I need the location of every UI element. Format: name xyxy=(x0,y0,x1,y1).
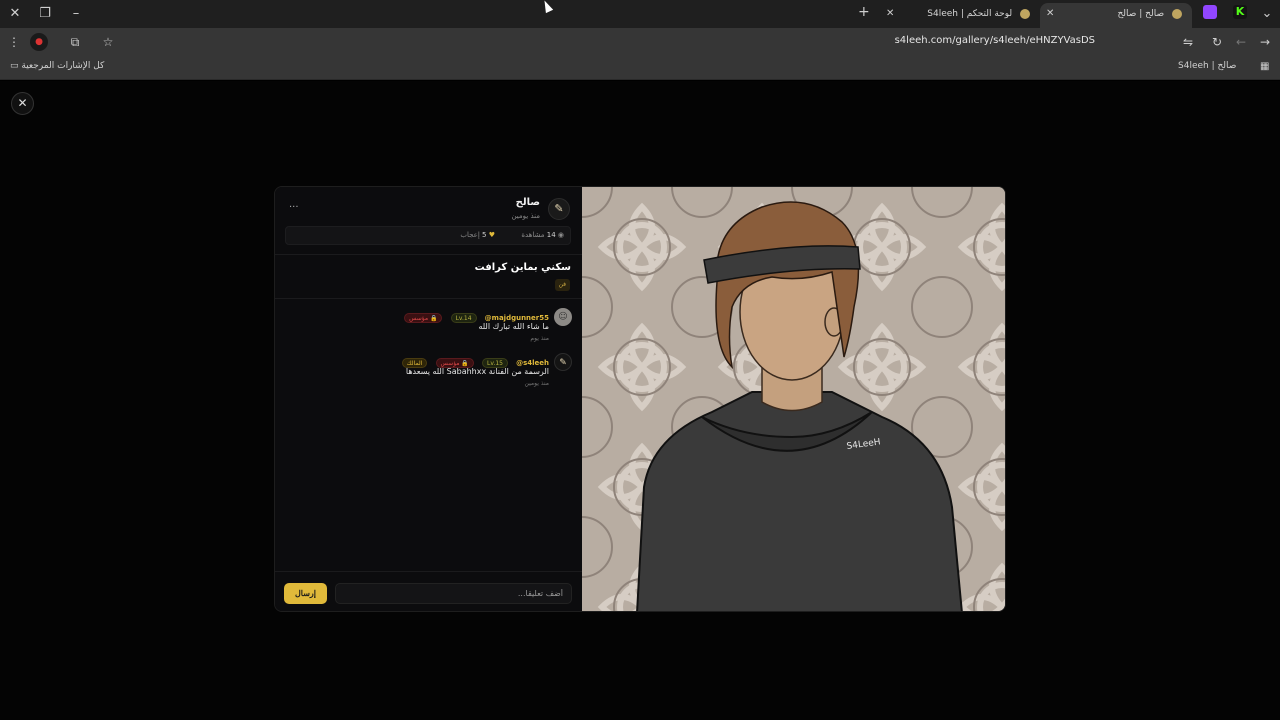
post-details-panel: ✎ صالح منذ يومين ... ◉ 14 مشاهدة ♥ 5 إعج… xyxy=(275,187,582,611)
post-time: منذ يومين xyxy=(511,212,540,220)
forward-arrow-icon[interactable]: ← xyxy=(1232,33,1250,51)
post-title: سكني بماين كرافت xyxy=(474,262,571,273)
menu-kebab-icon[interactable]: ⋮ xyxy=(5,33,23,51)
gallery-modal: ✎ صالح منذ يومين ... ◉ 14 مشاهدة ♥ 5 إعج… xyxy=(274,186,1006,612)
browser-toolbar: ⋮ ● ⧉ ☆ s4leeh.com/gallery/s4leeh/eHNZYV… xyxy=(0,28,1280,56)
owner-badge: المالك xyxy=(401,357,428,368)
commenter-avatar[interactable]: ☺ xyxy=(554,308,572,326)
tab-current[interactable]: ✕ صالح | صالح xyxy=(1040,3,1192,28)
comment-header: @majdgunner55 Lv.14 🔒 مؤسس xyxy=(404,307,549,323)
founder-badge: 🔒 مؤسس xyxy=(435,357,474,368)
profile-avatar-icon[interactable]: ● xyxy=(30,33,48,51)
url-text: s4leeh.com/gallery/s4leeh/eHNZYVasDS xyxy=(894,35,1095,46)
all-bookmarks-folder[interactable]: كل الإشارات المرجعية ▭ xyxy=(10,61,104,71)
likes-label: إعجاب xyxy=(460,231,480,239)
author-name: صالح xyxy=(515,197,540,208)
bookmark-star-icon[interactable]: ☆ xyxy=(99,33,117,51)
bookmark-label: صالح | S4leeh xyxy=(1178,61,1237,71)
tab-dashboard[interactable]: ✕ لوحة التحكم | S4leeh xyxy=(880,3,1040,28)
bookmarks-bar: كل الإشارات المرجعية ▭ صالح | S4leeh ▦ xyxy=(0,56,1280,80)
divider xyxy=(275,254,582,255)
apps-grid-icon[interactable]: ▦ xyxy=(1260,61,1269,72)
views-count: 14 xyxy=(546,231,556,239)
heart-icon: ♥ xyxy=(488,231,495,239)
founder-badge-label: مؤسس xyxy=(440,359,460,367)
twitch-pinned-tab-icon[interactable] xyxy=(1203,5,1217,19)
commenter-username[interactable]: @majdgunner55 xyxy=(485,314,549,322)
comment-composer: إرسال xyxy=(275,571,582,611)
folder-icon: ▭ xyxy=(10,61,19,71)
close-modal-button[interactable]: ✕ xyxy=(11,92,34,115)
comment-item: ✎ @s4leeh Lv.15 🔒 مؤسس المالك الرسمة من … xyxy=(286,351,572,395)
level-badge: Lv.14 xyxy=(450,312,477,323)
tab-title: لوحة التحكم | S4leeh xyxy=(927,9,1013,19)
restore-window-icon[interactable]: ❐ xyxy=(34,4,56,24)
likes-stat[interactable]: ♥ 5 إعجاب xyxy=(460,231,495,239)
site-logo-icon xyxy=(1020,8,1030,19)
comment-item: ☺ @majdgunner55 Lv.14 🔒 مؤسس ما شاء الله… xyxy=(286,306,572,350)
site-logo-icon xyxy=(1172,8,1182,19)
comment-time: منذ يوم xyxy=(530,335,549,342)
kick-pinned-tab-icon[interactable]: K xyxy=(1233,5,1247,19)
reload-icon[interactable]: ↻ xyxy=(1208,33,1226,51)
address-bar[interactable]: s4leeh.com/gallery/s4leeh/eHNZYVasDS xyxy=(120,30,1200,54)
browser-titlebar: ✕ ❐ – + ✕ لوحة التحكم | S4leeh ✕ صالح | … xyxy=(0,0,1280,28)
divider xyxy=(275,298,582,299)
author-avatar: ✎ xyxy=(548,198,570,220)
artwork-illustration: S4LeeH xyxy=(582,187,1005,611)
tab-close-icon[interactable]: ✕ xyxy=(1046,3,1054,25)
comment-text: ما شاء الله تبارك الله xyxy=(478,322,549,331)
close-window-icon[interactable]: ✕ xyxy=(4,4,26,24)
category-tag[interactable]: فن xyxy=(554,279,570,291)
site-settings-icon[interactable]: ⇋ xyxy=(1179,33,1197,51)
more-options-button[interactable]: ... xyxy=(289,199,299,210)
artwork-image: S4LeeH xyxy=(582,187,1005,611)
commenter-username[interactable]: @s4leeh xyxy=(516,359,549,367)
commenter-avatar[interactable]: ✎ xyxy=(554,353,572,371)
post-stats: ◉ 14 مشاهدة ♥ 5 إعجاب xyxy=(285,226,571,245)
new-tab-button[interactable]: + xyxy=(858,4,870,20)
comment-input[interactable] xyxy=(335,583,572,604)
comment-text: الرسمة من الفنانة Sabahhxx الله يسعدها xyxy=(405,367,549,376)
founder-badge: 🔒 مؤسس xyxy=(404,312,443,323)
comment-header: @s4leeh Lv.15 🔒 مؤسس المالك xyxy=(401,352,549,368)
all-bookmarks-label: كل الإشارات المرجعية xyxy=(21,61,105,71)
tab-search-chevron-icon[interactable]: ⌄ xyxy=(1256,4,1278,24)
tab-close-icon[interactable]: ✕ xyxy=(886,3,894,25)
views-label: مشاهدة xyxy=(521,231,545,239)
likes-count: 5 xyxy=(482,231,487,239)
minimize-window-icon[interactable]: – xyxy=(65,4,87,24)
send-comment-button[interactable]: إرسال xyxy=(284,583,327,604)
page-backdrop: ✕ ✎ صالح منذ يومين ... ◉ 14 مشاهدة ♥ 5 إ… xyxy=(0,81,1280,720)
back-arrow-icon[interactable]: → xyxy=(1256,33,1274,51)
bookmark-item[interactable]: صالح | S4leeh xyxy=(1178,61,1236,71)
extensions-puzzle-icon[interactable]: ⧉ xyxy=(66,33,84,51)
comment-time: منذ يومين xyxy=(524,380,549,387)
views-stat: ◉ 14 مشاهدة xyxy=(521,231,564,239)
eye-icon: ◉ xyxy=(557,231,564,239)
founder-badge-label: مؤسس xyxy=(409,314,429,322)
tab-title: صالح | صالح xyxy=(1117,9,1165,19)
level-badge: Lv.15 xyxy=(482,357,508,368)
